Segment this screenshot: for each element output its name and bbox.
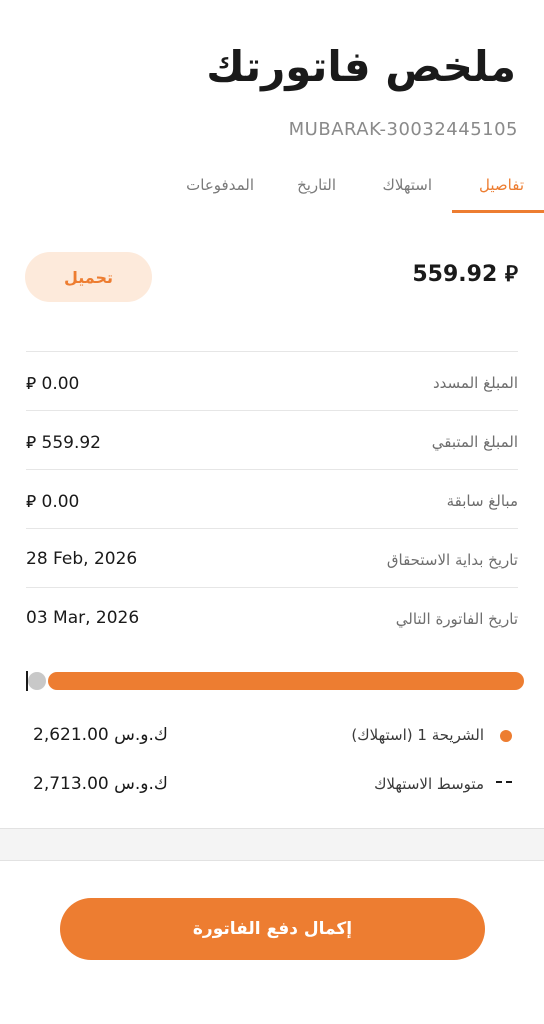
progress-fill — [48, 672, 524, 690]
detail-value: ⃁ 559.92 — [26, 433, 101, 453]
account-number: MUBARAK-30032445105 — [288, 119, 518, 140]
tab-details[interactable]: تفاصيل — [479, 176, 524, 194]
page-title: ملخص فاتورتك — [206, 42, 516, 91]
detail-row-previous: مبالغ سابقة ⃁ 0.00 — [26, 469, 518, 528]
detail-value: 03 Mar, 2026 — [26, 608, 140, 628]
legend-label: متوسط الاستهلاك — [374, 775, 484, 793]
legend-average: متوسط الاستهلاك 2,713.00 ك.و.س — [33, 771, 512, 799]
tab-history[interactable]: التاريخ — [297, 176, 336, 194]
progress-knob — [28, 672, 46, 690]
dashed-line-icon — [496, 781, 512, 783]
legend-value: 2,713.00 ك.و.س — [33, 774, 168, 794]
tab-consumption[interactable]: استهلاك — [383, 176, 433, 194]
bill-details-list: المبلغ المسدد ⃁ 0.00 المبلغ المتبقي ⃁ 55… — [26, 351, 518, 646]
detail-row-next-bill: تاريخ الفاتورة التالي 03 Mar, 2026 — [26, 587, 518, 646]
detail-value: 28 Feb, 2026 — [26, 549, 138, 569]
complete-payment-button[interactable]: إكمال دفع الفاتورة — [60, 898, 485, 960]
legend-value: 2,621.00 ك.و.س — [33, 725, 168, 745]
consumption-progress-bar — [26, 670, 524, 692]
detail-value: ⃁ 0.00 — [26, 492, 80, 512]
detail-value: ⃁ 0.00 — [26, 374, 80, 394]
active-tab-indicator — [452, 210, 544, 213]
detail-label: تاريخ الفاتورة التالي — [395, 610, 518, 628]
detail-row-due-start: تاريخ بداية الاستحقاق 28 Feb, 2026 — [26, 528, 518, 587]
orange-dot-icon — [500, 730, 512, 742]
detail-label: المبلغ المتبقي — [431, 433, 518, 451]
tab-bar: تفاصيل استهلاك التاريخ المدفوعات — [0, 170, 544, 214]
total-amount: 559.92 ⃁ — [412, 262, 518, 287]
detail-row-remaining: المبلغ المتبقي ⃁ 559.92 — [26, 410, 518, 469]
legend-tier: الشريحة 1 (استهلاك) 2,621.00 ك.و.س — [33, 722, 512, 750]
detail-label: تاريخ بداية الاستحقاق — [386, 551, 518, 569]
legend-label: الشريحة 1 (استهلاك) — [351, 726, 484, 744]
detail-label: مبالغ سابقة — [446, 492, 518, 510]
detail-label: المبلغ المسدد — [433, 374, 518, 392]
tab-payments[interactable]: المدفوعات — [186, 176, 254, 194]
detail-row-paid: المبلغ المسدد ⃁ 0.00 — [26, 351, 518, 410]
download-button[interactable]: تحميل — [25, 252, 152, 302]
section-divider-band — [0, 828, 544, 861]
